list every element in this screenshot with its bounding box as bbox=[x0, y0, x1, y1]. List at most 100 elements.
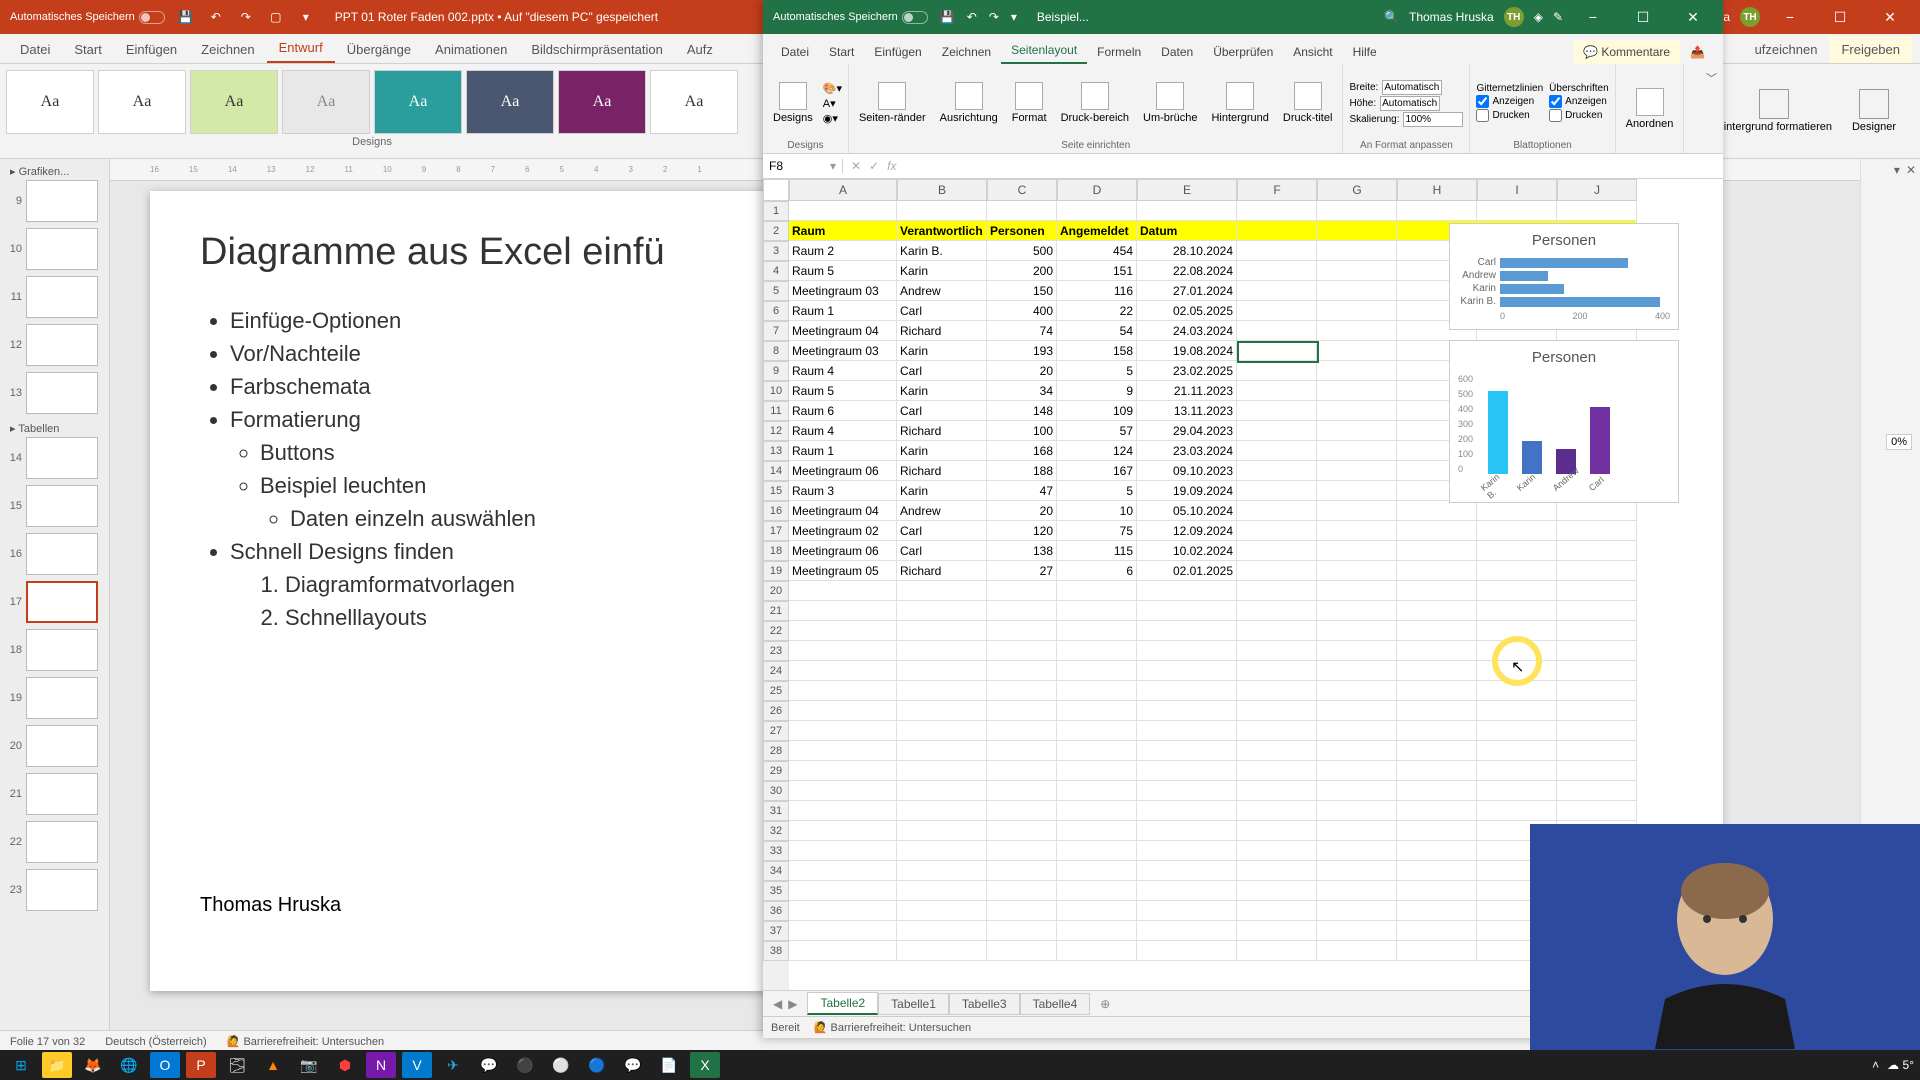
cell[interactable] bbox=[1397, 581, 1477, 601]
cell[interactable] bbox=[1317, 941, 1397, 961]
cell[interactable] bbox=[1557, 521, 1637, 541]
tab-zeichnen[interactable]: Zeichnen bbox=[189, 36, 266, 63]
cell[interactable] bbox=[1557, 641, 1637, 661]
gridlines-view-checkbox[interactable]: Anzeigen bbox=[1476, 95, 1543, 108]
obs-icon[interactable]: ⚫ bbox=[510, 1052, 540, 1078]
cell[interactable]: Personen bbox=[987, 221, 1057, 241]
cell[interactable] bbox=[1057, 881, 1137, 901]
row-header[interactable]: 12 bbox=[763, 421, 789, 441]
column-header[interactable]: H bbox=[1397, 179, 1477, 201]
cell[interactable] bbox=[1397, 641, 1477, 661]
theme-thumbnail[interactable]: Aa bbox=[374, 70, 462, 134]
cell[interactable]: 116 bbox=[1057, 281, 1137, 301]
cell[interactable] bbox=[1237, 641, 1317, 661]
cell[interactable] bbox=[1137, 681, 1237, 701]
cell[interactable] bbox=[1317, 661, 1397, 681]
cell[interactable]: Raum 4 bbox=[789, 361, 897, 381]
slide-canvas[interactable]: Diagramme aus Excel einfü Einfüge-Option… bbox=[150, 191, 770, 991]
sheet-nav-next-icon[interactable]: ▶ bbox=[788, 997, 797, 1011]
firefox-icon[interactable]: 🦊 bbox=[78, 1052, 108, 1078]
cell[interactable] bbox=[1557, 801, 1637, 821]
tab-datei[interactable]: Datei bbox=[771, 40, 819, 64]
app-icon[interactable]: 💬 bbox=[618, 1052, 648, 1078]
row-header[interactable]: 17 bbox=[763, 521, 789, 541]
telegram-icon[interactable]: ✈ bbox=[438, 1052, 468, 1078]
outlook-icon[interactable]: O bbox=[150, 1052, 180, 1078]
fonts-icon[interactable]: A▾ bbox=[823, 97, 842, 110]
cell[interactable] bbox=[1237, 861, 1317, 881]
row-header[interactable]: 5 bbox=[763, 281, 789, 301]
theme-thumbnail[interactable]: Aa bbox=[6, 70, 94, 134]
cell[interactable] bbox=[789, 761, 897, 781]
sheet-tab[interactable]: Tabelle4 bbox=[1020, 993, 1091, 1015]
cell[interactable] bbox=[1057, 921, 1137, 941]
height-field[interactable]: Höhe: bbox=[1349, 96, 1463, 111]
cell[interactable] bbox=[897, 881, 987, 901]
cell[interactable] bbox=[897, 701, 987, 721]
cell[interactable] bbox=[987, 861, 1057, 881]
cell[interactable]: 120 bbox=[987, 521, 1057, 541]
cell[interactable] bbox=[1397, 561, 1477, 581]
cell[interactable]: 20 bbox=[987, 501, 1057, 521]
tab-einfuegen[interactable]: Einfügen bbox=[864, 40, 931, 64]
cell[interactable] bbox=[1557, 701, 1637, 721]
cell[interactable] bbox=[1137, 801, 1237, 821]
cell[interactable]: 57 bbox=[1057, 421, 1137, 441]
cell[interactable] bbox=[1137, 641, 1237, 661]
cell[interactable]: 05.10.2024 bbox=[1137, 501, 1237, 521]
cell[interactable]: 5 bbox=[1057, 361, 1137, 381]
slide-thumbnail[interactable] bbox=[26, 821, 98, 863]
cell[interactable] bbox=[1317, 741, 1397, 761]
cell[interactable] bbox=[789, 581, 897, 601]
onenote-icon[interactable]: N bbox=[366, 1052, 396, 1078]
cell[interactable] bbox=[1317, 841, 1397, 861]
cell[interactable] bbox=[1397, 701, 1477, 721]
theme-thumbnail[interactable]: Aa bbox=[190, 70, 278, 134]
cell[interactable] bbox=[987, 741, 1057, 761]
cell[interactable] bbox=[1137, 761, 1237, 781]
cell[interactable]: 148 bbox=[987, 401, 1057, 421]
cell[interactable] bbox=[1137, 621, 1237, 641]
cell[interactable] bbox=[1057, 741, 1137, 761]
cell[interactable] bbox=[1317, 361, 1397, 381]
excel-icon[interactable]: X bbox=[690, 1052, 720, 1078]
chevron-down-icon[interactable]: ▾ bbox=[1894, 163, 1900, 177]
zoom-value[interactable]: 0% bbox=[1886, 434, 1912, 450]
toggle-off-icon[interactable] bbox=[139, 11, 165, 24]
slide-title[interactable]: Diagramme aus Excel einfü bbox=[200, 231, 720, 274]
cell[interactable]: 138 bbox=[987, 541, 1057, 561]
enter-icon[interactable]: ✓ bbox=[869, 159, 879, 173]
cell[interactable]: 454 bbox=[1057, 241, 1137, 261]
cell[interactable] bbox=[1237, 281, 1317, 301]
cell[interactable] bbox=[1317, 701, 1397, 721]
cell[interactable]: 115 bbox=[1057, 541, 1137, 561]
theme-thumbnail[interactable]: Aa bbox=[650, 70, 738, 134]
user-avatar-icon[interactable]: TH bbox=[1504, 7, 1524, 27]
cell[interactable]: Richard bbox=[897, 561, 987, 581]
cell[interactable] bbox=[1477, 781, 1557, 801]
cell[interactable] bbox=[897, 821, 987, 841]
cell[interactable]: Carl bbox=[897, 301, 987, 321]
slideshow-icon[interactable]: ▢ bbox=[267, 8, 285, 26]
row-header[interactable]: 28 bbox=[763, 741, 789, 761]
cell[interactable]: 19.08.2024 bbox=[1137, 341, 1237, 361]
cell[interactable] bbox=[1557, 601, 1637, 621]
cell[interactable] bbox=[1557, 201, 1637, 221]
cell[interactable] bbox=[1137, 201, 1237, 221]
row-header[interactable]: 35 bbox=[763, 881, 789, 901]
cell[interactable] bbox=[1237, 361, 1317, 381]
row-header[interactable]: 29 bbox=[763, 761, 789, 781]
sheet-nav-prev-icon[interactable]: ◀ bbox=[773, 997, 782, 1011]
slide-thumbnail[interactable] bbox=[26, 869, 98, 911]
cell[interactable]: Richard bbox=[897, 461, 987, 481]
column-header[interactable]: A bbox=[789, 179, 897, 201]
margins-button[interactable]: Seiten-ränder bbox=[855, 80, 930, 126]
cell[interactable] bbox=[1477, 201, 1557, 221]
cell[interactable] bbox=[1557, 681, 1637, 701]
section-header[interactable]: ▸ Tabellen bbox=[4, 420, 105, 437]
cell[interactable] bbox=[1557, 621, 1637, 641]
theme-thumbnail[interactable]: Aa bbox=[558, 70, 646, 134]
breaks-button[interactable]: Um-brüche bbox=[1139, 80, 1201, 126]
close-button[interactable]: ✕ bbox=[1673, 2, 1713, 32]
tab-datei[interactable]: Datei bbox=[8, 36, 62, 63]
